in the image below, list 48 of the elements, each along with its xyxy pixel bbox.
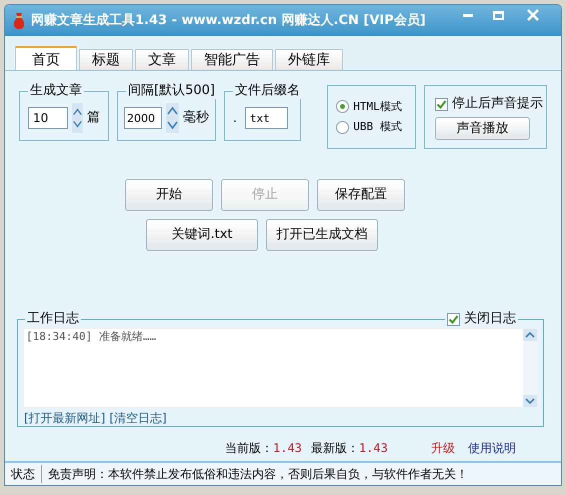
tab[interactable]: 外链库 (275, 49, 343, 70)
log-link[interactable]: [打开最新网址] (24, 409, 106, 427)
tab[interactable]: 智能广告 (191, 49, 273, 70)
suffix-field[interactable]: txt (244, 107, 288, 129)
action-button[interactable]: 开始 (125, 179, 213, 211)
count-field[interactable]: 10 (28, 107, 68, 129)
help-link[interactable]: 使用说明 (468, 439, 516, 457)
checkbox[interactable] (447, 312, 460, 326)
latest-version-label: 最新版： (310, 440, 359, 457)
radio-button[interactable] (336, 100, 350, 114)
log-line: [18:34:40] 准备就绪…… (26, 329, 158, 345)
current-version: 1.43 (273, 440, 302, 457)
dot-label: . (233, 110, 237, 127)
status-label: 状态 (5, 465, 42, 483)
group-label: 生成文章 (28, 83, 84, 99)
checkbox[interactable] (435, 98, 448, 110)
radio-label: UBB 模式 (353, 119, 402, 135)
action-button[interactable]: 打开已生成文档 (266, 219, 378, 251)
tab[interactable]: 标题 (79, 49, 133, 70)
action-button[interactable]: 关键词.txt (146, 219, 258, 251)
interval-field[interactable]: 2000 (124, 107, 162, 129)
window-title: 网赚文章生成工具1.43 - www.wzdr.cn 网赚达人.CN [VIP会员] (31, 12, 427, 30)
upgrade-link[interactable]: 升级 (430, 439, 455, 457)
scroll-down-icon[interactable] (523, 395, 537, 407)
tab[interactable]: 首页 (15, 46, 77, 70)
log-link[interactable]: [清空日志] (109, 409, 167, 427)
tab[interactable]: 文章 (135, 49, 189, 70)
money-bag-icon (13, 12, 25, 30)
unit-label: 篇 (87, 109, 100, 128)
checkbox-label: 关闭日志 (464, 311, 516, 327)
status-message: 免责声明：本软件禁止发布低俗和违法内容，否则后果自负，与软件作者无关！ (47, 466, 469, 483)
latest-version: 1.43 (358, 440, 388, 457)
unit-label: 毫秒 (183, 109, 209, 128)
group-label: 文件后缀名 (233, 83, 302, 99)
checkbox-label: 停止后声音提示 (452, 95, 543, 114)
radio-button[interactable] (336, 120, 350, 134)
spinner-arrows-icon[interactable] (72, 103, 83, 133)
scroll-up-icon[interactable] (523, 329, 537, 341)
action-button[interactable]: 保存配置 (317, 179, 405, 211)
play-sound-button[interactable]: 声音播放 (435, 116, 530, 140)
radio-label: HTML模式 (353, 98, 402, 114)
spinner-arrows-icon[interactable] (166, 103, 179, 133)
current-version-label: 当前版： (225, 440, 273, 457)
checkmark-icon (448, 314, 459, 324)
group-label: 间隔[默认500] (126, 83, 217, 99)
group-label: 工作日志 (25, 311, 81, 327)
scrollbar[interactable] (523, 329, 537, 407)
checkmark-icon (436, 98, 447, 110)
